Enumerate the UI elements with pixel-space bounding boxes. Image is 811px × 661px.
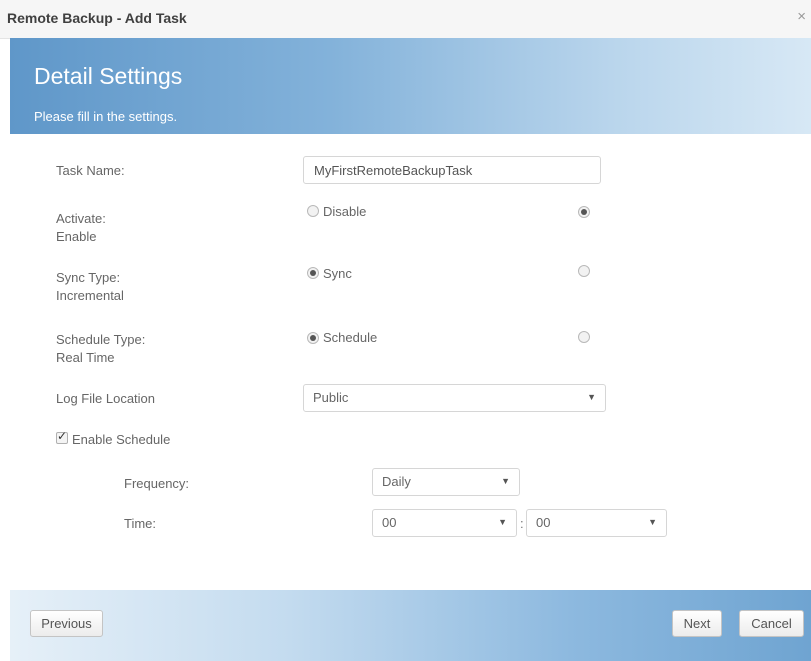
frequency-label: Frequency: (124, 476, 190, 491)
frequency-select[interactable]: Daily ▼ (372, 468, 520, 496)
activate-enable-radio[interactable] (578, 206, 590, 218)
frequency-value: Daily (382, 474, 411, 489)
log-file-location-label: Log File Location (56, 391, 156, 406)
schedule-type-realtime-radio[interactable] (578, 331, 590, 343)
sync-type-sync-label: Sync (323, 266, 352, 281)
activate-disable-label: Disable (323, 204, 367, 219)
time-hour-value: 00 (382, 515, 397, 530)
sync-type-label: Sync Type: (56, 270, 121, 285)
activate-option-enable-label: Enable (56, 229, 97, 244)
task-name-input[interactable] (303, 156, 601, 184)
sync-type-sync-radio[interactable] (307, 267, 319, 279)
previous-button[interactable]: Previous (30, 610, 103, 637)
log-file-location-value: Public (313, 390, 349, 405)
sync-type-incremental-label: Incremental (56, 288, 124, 303)
schedule-type-label: Schedule Type: (56, 332, 146, 347)
dialog-titlebar: Remote Backup - Add Task × (0, 0, 811, 39)
time-hour-select[interactable]: 00 ▼ (372, 509, 517, 537)
next-button[interactable]: Next (672, 610, 722, 637)
enable-schedule-label: Enable Schedule (72, 432, 171, 447)
schedule-type-schedule-label: Schedule (323, 330, 378, 345)
time-minute-value: 00 (536, 515, 551, 530)
check-icon: ✓ (57, 429, 68, 443)
cancel-button[interactable]: Cancel (739, 610, 804, 637)
chevron-down-icon: ▼ (498, 517, 507, 527)
schedule-type-realtime-label: Real Time (56, 350, 115, 365)
page-subtitle: Please fill in the settings. (34, 109, 178, 124)
header-banner: Detail Settings Please fill in the setti… (10, 38, 811, 134)
sync-type-incremental-radio[interactable] (578, 265, 590, 277)
dialog-title: Remote Backup - Add Task (7, 10, 187, 26)
activate-label: Activate: (56, 211, 106, 226)
enable-schedule-checkbox[interactable]: ✓ (56, 429, 68, 444)
log-file-location-select[interactable]: Public ▼ (303, 384, 606, 412)
chevron-down-icon: ▼ (501, 476, 510, 486)
schedule-type-schedule-radio[interactable] (307, 332, 319, 344)
time-label: Time: (124, 516, 157, 531)
chevron-down-icon: ▼ (648, 517, 657, 527)
time-separator: : (520, 516, 524, 531)
chevron-down-icon: ▼ (587, 392, 596, 402)
task-name-label: Task Name: (56, 163, 125, 178)
activate-disable-radio[interactable] (307, 205, 319, 217)
close-icon[interactable]: × (797, 8, 806, 25)
page-title: Detail Settings (34, 63, 183, 89)
time-minute-select[interactable]: 00 ▼ (526, 509, 667, 537)
